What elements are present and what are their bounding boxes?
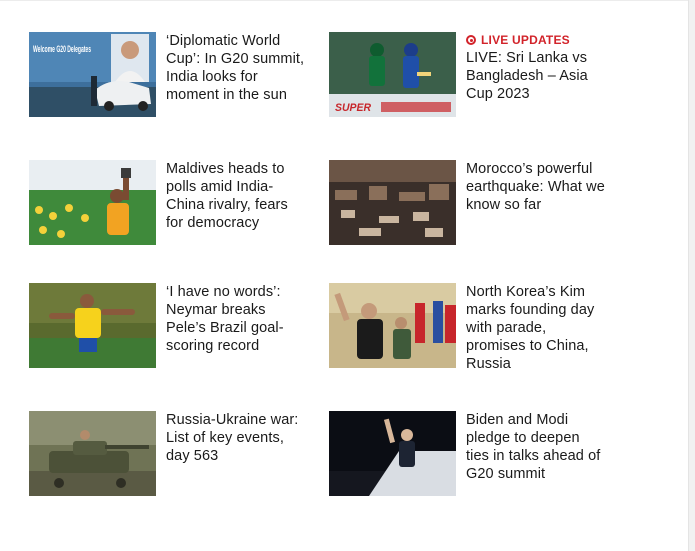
stadium-banner-text: SUPER	[335, 102, 371, 114]
article-card-maldives[interactable]: Maldives heads to polls amid India-China…	[29, 160, 314, 250]
article-card-north-korea-kim[interactable]: North Korea’s Kim marks founding day wit…	[329, 283, 614, 373]
article-headline[interactable]: Russia-Ukraine war: List of key events, …	[166, 411, 306, 465]
article-card-morocco-earthquake[interactable]: Morocco’s powerful earthquake: What we k…	[329, 160, 614, 250]
article-headline[interactable]: ‘Diplomatic World Cup’: In G20 summit, I…	[166, 32, 306, 104]
maldives-rally-photo[interactable]	[29, 160, 156, 245]
article-card-sri-lanka-bangladesh[interactable]: SUPER LIVE UPDATES LIVE: Sri Lanka vs Ba…	[329, 32, 614, 122]
article-headline[interactable]: LIVE: Sri Lanka vs Bangladesh – Asia Cup…	[466, 49, 606, 103]
article-card-russia-ukraine[interactable]: Russia-Ukraine war: List of key events, …	[29, 411, 314, 501]
top-divider	[0, 0, 688, 1]
article-headline[interactable]: Maldives heads to polls amid India-China…	[166, 160, 306, 232]
live-indicator-icon	[466, 35, 476, 45]
article-card-neymar[interactable]: ‘I have no words’: Neymar breaks Pele’s …	[29, 283, 314, 373]
biden-plane-photo[interactable]	[329, 411, 456, 496]
g20-sign-text-line1: Welcome G20 Delegates	[33, 44, 91, 54]
vertical-scrollbar[interactable]	[688, 0, 695, 551]
earthquake-rubble-photo[interactable]	[329, 160, 456, 245]
article-headline[interactable]: ‘I have no words’: Neymar breaks Pele’s …	[166, 283, 306, 355]
kim-parade-photo[interactable]	[329, 283, 456, 368]
article-headline[interactable]: Biden and Modi pledge to deepen ties in …	[466, 411, 606, 483]
article-headline[interactable]: North Korea’s Kim marks founding day wit…	[466, 283, 606, 373]
article-headline[interactable]: Morocco’s powerful earthquake: What we k…	[466, 160, 606, 214]
tank-soldiers-photo[interactable]	[29, 411, 156, 496]
cricket-match-photo[interactable]: SUPER	[329, 32, 456, 117]
article-card-biden-modi[interactable]: Biden and Modi pledge to deepen ties in …	[329, 411, 614, 501]
article-card-g20-diplomatic[interactable]: Welcome G20 Delegates ‘Diplomatic World …	[29, 32, 314, 122]
g20-welcome-sign-photo[interactable]: Welcome G20 Delegates	[29, 32, 156, 117]
neymar-celebration-photo[interactable]	[29, 283, 156, 368]
live-updates-label: LIVE UPDATES	[481, 33, 570, 47]
live-updates-badge: LIVE UPDATES	[466, 32, 606, 48]
